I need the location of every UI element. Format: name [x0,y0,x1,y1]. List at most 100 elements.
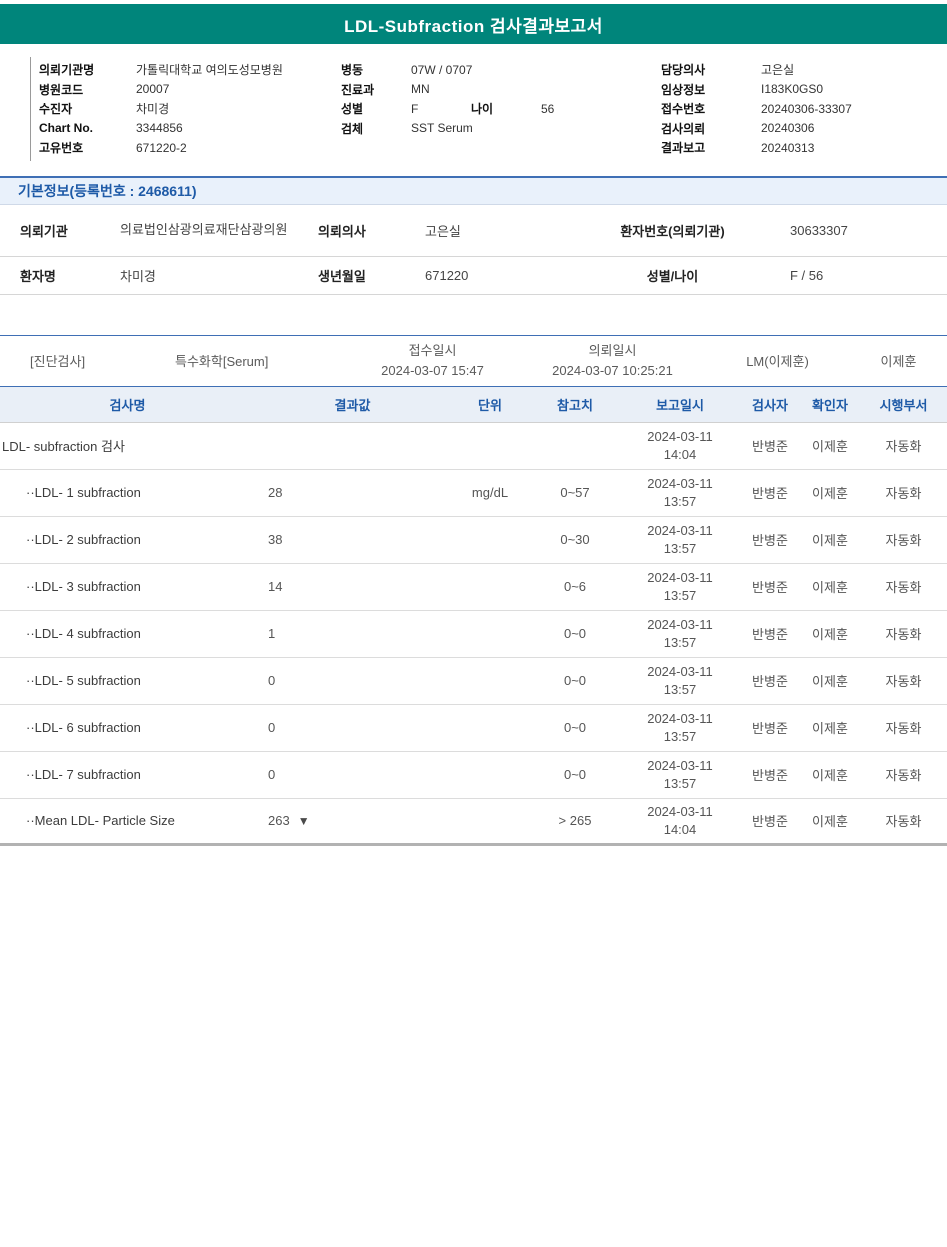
result-tester: 반병준 [740,530,800,549]
field-label: 검사의뢰 [661,120,761,137]
report-time: 14:04 [620,821,740,839]
report-time: 13:57 [620,775,740,793]
field-value: 고은실 [425,221,600,240]
field-label: 검체 [341,120,411,137]
table-row: ··LDL- 4 subfraction 1 0~0 2024-03-11 13… [0,611,947,658]
report-date: 2024-03-11 [620,663,740,681]
result-tester: 반병준 [740,811,800,830]
report-time: 13:57 [620,681,740,699]
header-field-row: 담당의사고은실 [661,60,947,80]
result-reference: > 265 [530,813,620,828]
result-confirmer: 이제훈 [800,530,860,549]
result-value-text: 263 [268,813,290,828]
field-value: 고은실 [761,61,794,78]
header-field-row: 결과보고20240313 [661,138,947,158]
result-tester: 반병준 [740,436,800,455]
field-label: 성별/나이 [600,266,745,285]
results-table-header: 검사명 결과값 단위 참고치 보고일시 검사자 확인자 시행부서 [0,387,947,423]
report-time: 13:57 [620,493,740,511]
report-time: 13:57 [620,587,740,605]
header-field-row: 병원코드20007 [39,80,341,100]
result-value [255,438,450,453]
field-label: 의뢰기관 [0,221,120,240]
header-field-row: 고유번호671220-2 [39,138,341,158]
table-row: ··LDL- 3 subfraction 14 0~6 2024-03-11 1… [0,564,947,611]
result-test-name: ··LDL- 4 subfraction [0,626,255,641]
result-report-datetime: 2024-03-11 13:57 [620,475,740,510]
column-header-department: 시행부서 [860,395,947,414]
report-date: 2024-03-11 [620,803,740,821]
result-department: 자동화 [860,811,947,830]
report-time: 13:57 [620,540,740,558]
header-field-row: 병동07W / 0707 [341,60,661,80]
test-name-text: ··Mean LDL- Particle Size [26,813,175,828]
result-value-text: 14 [268,579,282,594]
lab-section: LM(이제훈) [705,351,850,370]
field-label: 임상정보 [661,81,761,98]
header-field-row: 검사의뢰20240306 [661,119,947,139]
result-department: 자동화 [860,718,947,737]
result-test-name: LDL- subfraction 검사 [0,436,255,455]
field-value: 의료법인삼광의료재단삼광의원 [120,215,298,245]
result-tester: 반병준 [740,577,800,596]
diagnostic-section-band: [진단검사] 특수화학[Serum] 접수일시 2024-03-07 15:47… [0,335,947,387]
basic-info-title: 기본정보(등록번호 : 2468611) [18,181,197,201]
field-value: I183K0GS0 [761,82,823,96]
report-date: 2024-03-11 [620,475,740,493]
reporter-name: 이제훈 [850,351,947,370]
report-time: 13:57 [620,728,740,746]
field-value: F / 56 [745,268,947,283]
result-value: 0 [255,720,450,735]
result-department: 자동화 [860,483,947,502]
result-value-text: 0 [268,720,275,735]
field-value: 20240313 [761,141,814,155]
field-label: 결과보고 [661,139,761,156]
request-datetime-block: 의뢰일시 2024-03-07 10:25:21 [520,341,705,380]
patient-header-left-column: 의뢰기관명가톨릭대학교 여의도성모병원병원코드20007수진자차미경Chart … [39,60,341,158]
test-name-text: ··LDL- 3 subfraction [26,579,141,594]
result-tester: 반병준 [740,765,800,784]
receipt-datetime-block: 접수일시 2024-03-07 15:47 [345,341,520,380]
field-value: 671220 [425,268,600,283]
result-test-name: ··LDL- 1 subfraction [0,485,255,500]
report-date: 2024-03-11 [620,757,740,775]
header-field-row: 검체SST Serum [341,119,661,139]
result-tester: 반병준 [740,671,800,690]
result-value: 1 [255,626,450,641]
page-title: LDL-Subfraction 검사결과보고서 [344,12,603,37]
result-value-text: 0 [268,673,275,688]
receipt-label: 접수일시 [345,341,520,361]
field-label: 나이 [471,100,541,117]
field-value: 20007 [136,82,169,96]
result-reference: 0~57 [530,485,620,500]
field-value: 671220-2 [136,141,187,155]
result-reference: 0~0 [530,673,620,688]
patient-info-header: 의뢰기관명가톨릭대학교 여의도성모병원병원코드20007수진자차미경Chart … [30,57,947,161]
result-reference: 0~0 [530,720,620,735]
field-value: 07W / 0707 [411,63,472,77]
field-label: 병원코드 [39,81,136,98]
result-report-datetime: 2024-03-11 14:04 [620,803,740,838]
result-confirmer: 이제훈 [800,718,860,737]
field-label: 생년월일 [318,266,425,285]
result-confirmer: 이제훈 [800,624,860,643]
result-value: 28 [255,485,450,500]
column-header-report-date: 보고일시 [620,395,740,414]
result-confirmer: 이제훈 [800,436,860,455]
result-reference: 0~30 [530,532,620,547]
test-name-text: ··LDL- 4 subfraction [26,626,141,641]
field-value: 차미경 [136,100,169,117]
result-value-text: 38 [268,532,282,547]
result-reference: 0~0 [530,626,620,641]
column-header-reference: 참고치 [530,395,620,414]
table-row: ··LDL- 5 subfraction 0 0~0 2024-03-11 13… [0,658,947,705]
result-unit: mg/dL [450,485,530,500]
basic-info-row: 환자명 차미경 생년월일 671220 성별/나이 F / 56 [0,257,947,295]
result-test-name: ··Mean LDL- Particle Size [0,813,255,828]
field-label: 접수번호 [661,100,761,117]
field-value: 차미경 [120,266,318,285]
result-department: 자동화 [860,624,947,643]
result-value: 38 [255,532,450,547]
test-name-text: ··LDL- 5 subfraction [26,673,141,688]
header-field-row: Chart No.3344856 [39,119,341,139]
